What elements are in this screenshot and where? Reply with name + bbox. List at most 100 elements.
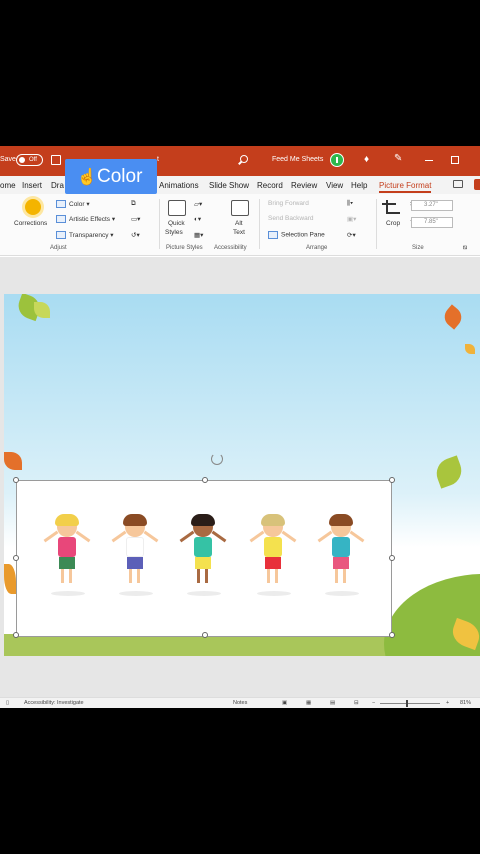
alt-text-line2[interactable]: Text [233,229,245,236]
resize-handle[interactable] [13,555,19,561]
kid-illustration [43,514,91,597]
divider [159,199,160,249]
corrections-icon[interactable] [25,199,41,215]
tab-help[interactable]: Help [351,181,367,190]
slide[interactable] [4,294,480,656]
color-tooltip: ☝Color [65,159,157,194]
tab-review[interactable]: Review [291,181,317,190]
maximize-icon[interactable] [451,156,459,164]
resize-handle[interactable] [13,632,19,638]
kid-illustration [249,514,297,597]
change-picture-icon[interactable]: ▭▾ [131,215,140,223]
tab-animations[interactable]: Animations [159,181,199,190]
resize-handle[interactable] [389,555,395,561]
adjust-group-label: Adjust [50,245,67,251]
artistic-effects-button[interactable]: Artistic Effects ▾ [56,215,115,224]
send-backward-button[interactable]: Send Backward [268,215,314,222]
normal-view-icon[interactable]: ▣ [282,700,287,706]
powerpoint-window: Save Off t Feed Me Sheets ♦ ✎ ☝Color ome… [0,146,480,708]
tab-picture-format[interactable]: Picture Format [379,181,432,193]
selected-picture[interactable] [13,453,395,638]
search-icon[interactable] [240,155,248,163]
divider [376,199,377,249]
resize-handle[interactable] [13,477,19,483]
color-button[interactable]: Color ▾ [56,200,90,209]
picture-layout-icon[interactable]: ▦▾ [194,231,203,239]
kid-illustration [111,514,159,597]
quick-styles-icon[interactable] [168,200,186,216]
pen-icon[interactable]: ✎ [394,154,402,164]
reset-picture-icon[interactable]: ↺▾ [131,231,140,239]
kid-illustration [317,514,365,597]
comment-icon[interactable] [453,180,463,188]
picture-styles-group-label: Picture Styles [166,245,203,251]
zoom-slider[interactable] [380,703,440,704]
presenter-view-icon[interactable]: ⊟ [354,700,359,706]
artistic-effects-icon [56,215,66,224]
selection-pane-label: Selection Pane [281,231,325,239]
height-input[interactable]: 3.27" [411,200,453,211]
zoom-level[interactable]: 81% [460,700,471,706]
save-icon[interactable] [51,155,61,165]
quick-styles-line1[interactable]: Quick [168,220,185,227]
picture-border-icon[interactable]: ▱▾ [194,200,202,208]
zoom-slider-thumb[interactable] [406,700,408,707]
autosave-toggle[interactable]: Off [16,154,43,166]
tab-slide-show[interactable]: Slide Show [209,181,249,190]
align-icon[interactable]: ⫼▾ [347,200,353,208]
leaf-decoration [465,344,475,354]
bring-forward-button[interactable]: Bring Forward [268,200,309,207]
accessibility-status[interactable]: Accessibility: Investigate [24,700,84,706]
tab-insert[interactable]: Insert [22,181,42,190]
tab-home[interactable]: ome [0,181,16,190]
color-label: Color [69,201,85,208]
tab-view[interactable]: View [326,181,343,190]
avatar[interactable] [330,153,344,167]
corrections-button[interactable]: Corrections [14,220,47,227]
compress-icon[interactable]: ⧉ [131,200,136,208]
crop-button[interactable]: Crop [386,220,400,227]
leaf-decoration [34,302,50,318]
zoom-in-icon[interactable]: + [446,700,449,706]
resize-handle[interactable] [202,632,208,638]
share-icon[interactable] [474,179,480,190]
ribbon: Corrections Color ▾ Artistic Effects ▾ T… [0,194,480,256]
file-name: t [157,156,159,163]
transparency-icon [56,231,66,240]
notes-button[interactable]: Notes [233,700,247,706]
resize-handle[interactable] [389,632,395,638]
resize-handle[interactable] [389,477,395,483]
size-dialog-launcher-icon[interactable]: ⧅ [463,244,467,252]
slide-sorter-icon[interactable]: ▦ [306,700,311,706]
leaf-decoration [4,564,16,594]
divider [259,199,260,249]
resize-handle[interactable] [202,477,208,483]
zoom-out-icon[interactable]: − [372,700,375,706]
crop-icon[interactable] [382,200,400,214]
slide-panel-icon[interactable]: ▯ [6,700,9,706]
rotate-icon[interactable]: ⟳▾ [347,231,356,239]
autosave-label: Save [0,156,16,163]
transparency-label: Transparency [69,232,109,239]
tab-draw[interactable]: Dra [51,181,64,190]
size-group-label: Size [412,245,424,251]
user-name[interactable]: Feed Me Sheets [272,156,323,163]
width-input[interactable]: 7.85" [411,217,453,228]
picture-effects-icon[interactable]: ◐▾ [194,215,201,223]
artistic-effects-label: Artistic Effects [69,216,111,223]
transparency-button[interactable]: Transparency ▾ [56,231,114,240]
accessibility-group-label: Accessibility [214,245,247,251]
alt-text-line1[interactable]: Alt [235,220,243,227]
color-icon [56,200,66,209]
alt-text-icon[interactable] [231,200,249,216]
selection-pane-button[interactable]: Selection Pane [268,231,325,239]
tab-record[interactable]: Record [257,181,283,190]
minimize-icon[interactable] [425,160,433,161]
group-icon[interactable]: ▣▾ [347,215,356,223]
tooltip-label: Color [97,166,143,187]
diamond-icon[interactable]: ♦ [364,155,369,165]
reading-view-icon[interactable]: ▤ [330,700,335,706]
quick-styles-line2[interactable]: Styles [165,229,183,236]
slide-canvas [0,257,480,697]
rotate-handle[interactable] [211,453,223,465]
